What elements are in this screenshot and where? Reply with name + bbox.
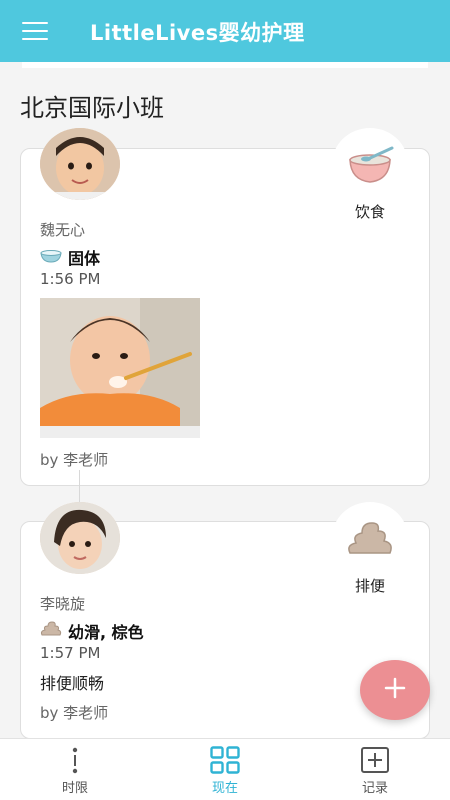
child-avatar [40,502,120,574]
top-strip [22,62,428,68]
entry-type-label: 饮食 [354,203,385,221]
poop-icon [40,621,62,641]
entry-note: 排便顺畅 [40,674,105,693]
entry-author: by 李老师 [40,451,109,469]
child-avatar [40,128,120,200]
nav-label: 记录 [361,781,388,796]
nav-tab-now[interactable]: 现在 [150,739,300,800]
child-name: 李晓旋 [40,595,86,613]
entry-detail: 幼滑, 棕色 [40,619,144,643]
entry-type-label: 排便 [354,577,385,595]
entry-time: 1:57 PM [40,644,101,662]
nav-tab-records[interactable]: 记录 [300,739,450,800]
nav-label: 现在 [211,781,238,796]
plus-icon [384,677,406,703]
entry-photo[interactable] [40,298,200,438]
entry-detail-text: 幼滑, 棕色 [68,623,144,642]
class-title: 北京国际小班 [20,94,164,122]
app-title: LittleLives婴幼护理 [90,21,305,45]
food-bowl-icon [332,128,408,200]
app-bar: LittleLives婴幼护理 [0,0,450,62]
timeline-icon [59,745,91,775]
entry-time: 1:56 PM [40,270,101,288]
poop-icon [332,502,408,574]
entry-detail: 固体 [40,245,100,269]
entry-author: by 李老师 [40,704,109,722]
record-icon [359,745,391,775]
entry-detail-text: 固体 [68,249,101,268]
bottom-nav: 时限 现在 记录 [0,738,450,800]
bowl-icon [40,248,62,267]
menu-icon[interactable] [22,22,48,40]
nav-tab-timeline[interactable]: 时限 [0,739,150,800]
grid-icon [209,745,241,775]
add-entry-button[interactable] [360,660,430,720]
nav-label: 时限 [61,781,88,796]
child-name: 魏无心 [40,221,86,239]
